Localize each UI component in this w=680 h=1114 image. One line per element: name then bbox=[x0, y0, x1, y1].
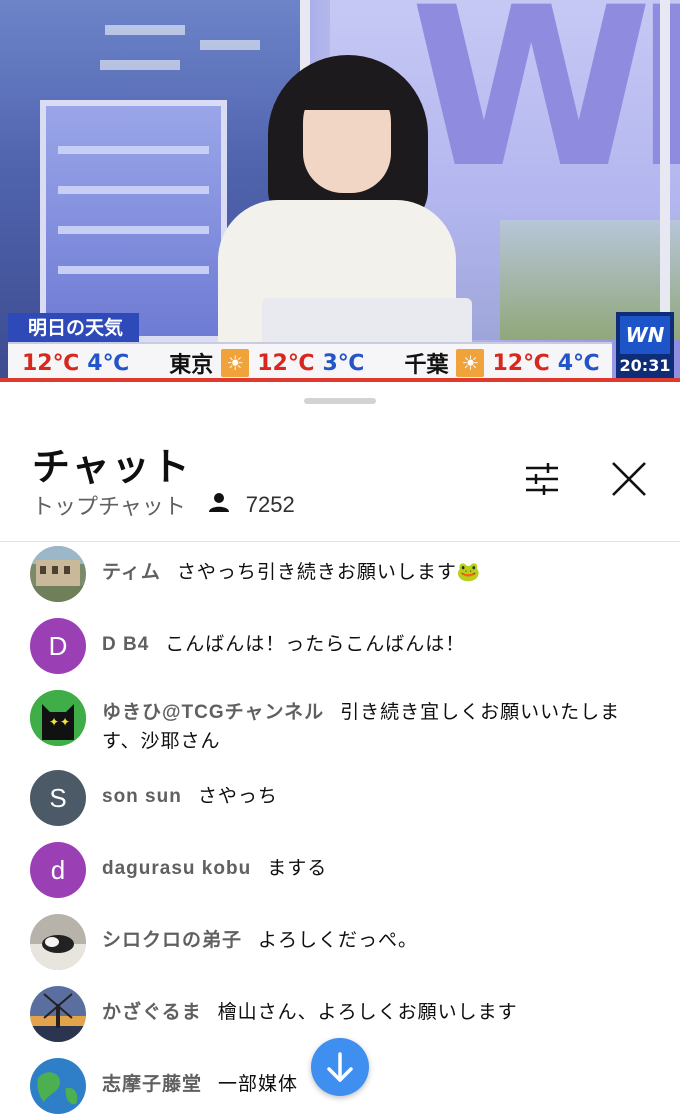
close-button[interactable] bbox=[608, 458, 650, 500]
avatar: D bbox=[30, 618, 86, 674]
avatar: S bbox=[30, 770, 86, 826]
ticker-city-2: 千葉 bbox=[404, 353, 449, 378]
chat-title: チャット bbox=[32, 447, 192, 489]
video-player[interactable]: WN 明日の天気 12℃ 4℃ 東京 ☀ 12℃ 3℃ 千葉 ☀ 12℃ 4℃ … bbox=[0, 0, 680, 380]
message-author[interactable]: 志摩子藤堂 bbox=[102, 1074, 202, 1095]
channel-logo: WN 20:31 bbox=[616, 312, 674, 380]
message-author[interactable]: かざぐるま bbox=[102, 1002, 202, 1023]
chat-mode-selector[interactable]: トップチャット 7252 bbox=[32, 489, 295, 521]
avatar: ✦ ✦ bbox=[30, 690, 86, 746]
ticker-city-1: 東京 bbox=[169, 353, 214, 378]
avatar bbox=[30, 546, 86, 602]
studio-screen bbox=[40, 100, 227, 342]
drag-handle[interactable] bbox=[304, 398, 376, 404]
message-text: さやっち bbox=[197, 786, 278, 807]
scroll-to-bottom-button[interactable] bbox=[311, 1038, 369, 1096]
message-author[interactable]: シロクロの弟子 bbox=[102, 930, 242, 951]
viewer-count: 7252 bbox=[245, 492, 295, 517]
header-divider bbox=[0, 541, 680, 542]
arrow-down-icon bbox=[327, 1052, 353, 1082]
avatar bbox=[30, 986, 86, 1042]
chat-mode-label: トップチャット bbox=[32, 494, 186, 519]
message-author[interactable]: son sun bbox=[102, 786, 182, 807]
person-icon bbox=[208, 491, 230, 519]
message-text: さやっち引き続きお願いします🐸 bbox=[176, 562, 482, 583]
message-author[interactable]: D B4 bbox=[102, 634, 149, 655]
message-text: こんばんは！ったらこんばんは！ bbox=[165, 634, 466, 655]
filter-button[interactable] bbox=[522, 459, 562, 499]
ticker-high-0: 12℃ bbox=[22, 350, 80, 376]
sun-icon: ☀ bbox=[456, 349, 485, 377]
message-text: 一部媒体 bbox=[218, 1074, 299, 1095]
sun-cloud-icon: ☀ bbox=[221, 349, 250, 377]
channel-logo-text: WN bbox=[620, 316, 670, 354]
broadcast-clock: 20:31 bbox=[619, 356, 671, 375]
progress-line bbox=[0, 378, 680, 382]
weather-ticker: 12℃ 4℃ 東京 ☀ 12℃ 3℃ 千葉 ☀ 12℃ 4℃ bbox=[8, 342, 612, 380]
anchor-bangs bbox=[298, 70, 396, 110]
avatar: d bbox=[30, 842, 86, 898]
ticker-low-0: 4℃ bbox=[87, 350, 130, 376]
message-text: まする bbox=[267, 858, 328, 879]
ticker-high-2: 12℃ bbox=[492, 350, 550, 376]
ticker-low-1: 3℃ bbox=[322, 350, 365, 376]
chat-panel: チャット トップチャット 7252 ティム さやっち引き続きお願いします🐸 D … bbox=[0, 384, 680, 1114]
weather-label: 明日の天気 bbox=[8, 313, 140, 343]
svg-text:✦: ✦ bbox=[49, 715, 59, 729]
avatar bbox=[30, 914, 86, 970]
message-author[interactable]: ゆきひ@TCGチャンネル bbox=[102, 702, 324, 723]
message-author[interactable]: ティム bbox=[102, 562, 161, 583]
message-author[interactable]: dagurasu kobu bbox=[102, 858, 251, 879]
message-text: よろしくだっぺ。 bbox=[258, 930, 419, 951]
ticker-high-1: 12℃ bbox=[257, 350, 315, 376]
message-text: 檜山さん、よろしくお願いします bbox=[217, 1002, 518, 1023]
wn-backdrop-letters: WN bbox=[410, 0, 680, 216]
svg-text:✦: ✦ bbox=[60, 715, 70, 729]
ticker-low-2: 4℃ bbox=[557, 350, 600, 376]
sliders-icon bbox=[526, 463, 558, 495]
close-icon bbox=[612, 462, 646, 496]
